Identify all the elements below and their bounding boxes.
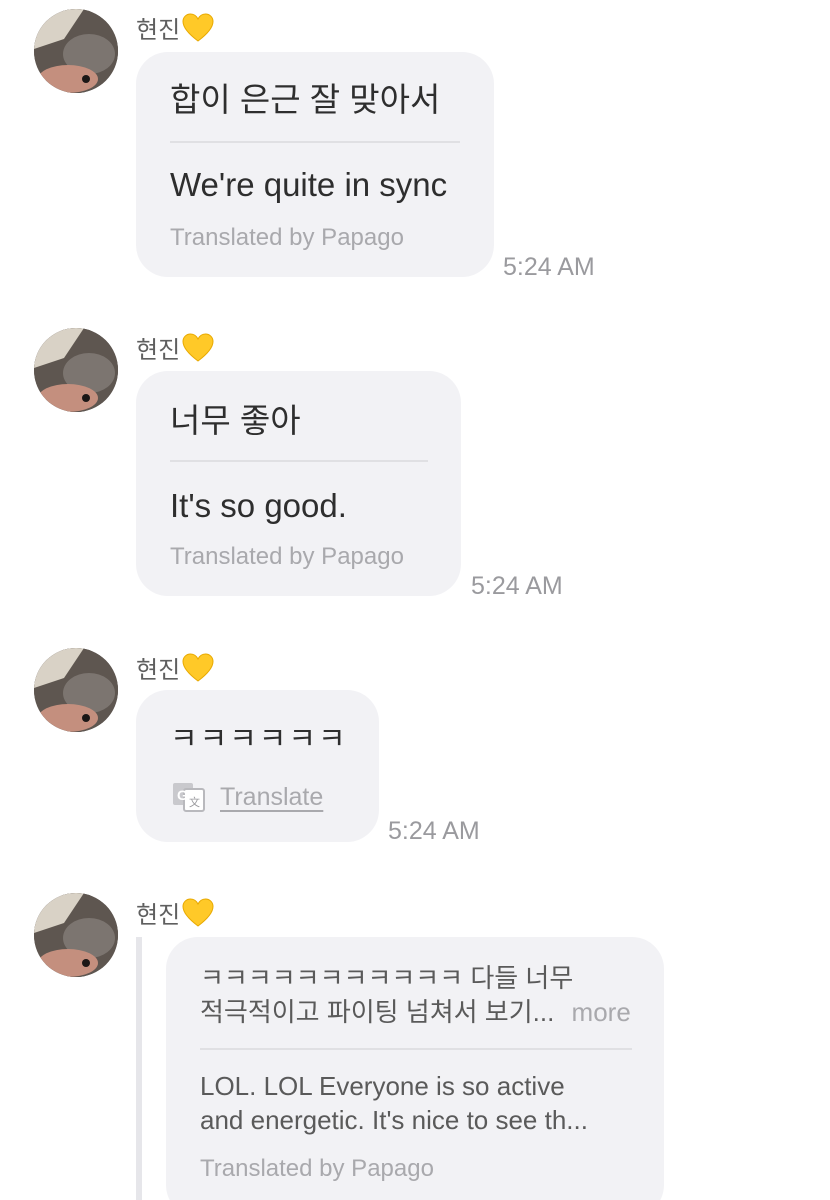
message-bubble[interactable]: ㅋㅋㅋㅋㅋㅋ G 文 Translate [136, 690, 379, 842]
translate-row[interactable]: G 文 Translate [172, 782, 323, 812]
divider [170, 460, 428, 462]
message-bubble[interactable]: 너무 좋아 It's so good. Translated by Papago [136, 371, 461, 596]
original-text-line: 적극적이고 파이팅 넘쳐서 보기... more [200, 995, 631, 1029]
message-bubble[interactable]: ㅋㅋㅋㅋㅋㅋㅋㅋㅋㅋㅋ 다들 너무 적극적이고 파이팅 넘쳐서 보기... mo… [166, 937, 664, 1200]
chat-thread: 현진 합이 은근 잘 맞아서 We're quite in sync Trans… [0, 0, 830, 1200]
translated-by-label: Translated by Papago [170, 224, 404, 251]
more-link[interactable]: more [572, 997, 631, 1027]
message-group: 현진 ㅋㅋㅋㅋㅋㅋㅋㅋㅋㅋㅋ 다들 너무 적극적이고 파이팅 넘쳐서 보기...… [0, 885, 830, 1200]
svg-text:G: G [177, 787, 188, 803]
avatar[interactable] [34, 893, 118, 977]
timestamp: 5:24 AM [471, 572, 563, 600]
translated-text: It's so good. [170, 487, 347, 524]
translated-by-label: Translated by Papago [200, 1155, 434, 1182]
sender-name: 현진 [136, 330, 214, 365]
message-group: 현진 너무 좋아 It's so good. Translated by Pap… [0, 320, 830, 620]
translated-text: We're quite in sync [170, 166, 448, 203]
original-text: ㅋㅋㅋㅋㅋㅋ [170, 723, 348, 756]
timestamp: 5:24 AM [503, 253, 595, 281]
original-text: 합이 은근 잘 맞아서 [170, 81, 441, 118]
yellow-heart-icon [182, 652, 214, 682]
translated-text-line: and energetic. It's nice to see th... [200, 1105, 588, 1135]
sender-label: 현진 [136, 657, 181, 684]
translate-link[interactable]: Translate [220, 783, 323, 812]
message-group: 현진 합이 은근 잘 맞아서 We're quite in sync Trans… [0, 0, 830, 300]
yellow-heart-icon [182, 12, 214, 42]
translated-text-line: LOL. LOL Everyone is so active [200, 1071, 565, 1101]
divider [200, 1048, 632, 1050]
avatar[interactable] [34, 9, 118, 93]
original-text-truncated: 적극적이고 파이팅 넘쳐서 보기... [200, 997, 555, 1027]
sender-name: 현진 [136, 10, 214, 45]
sender-label: 현진 [136, 902, 181, 929]
original-text-line: ㅋㅋㅋㅋㅋㅋㅋㅋㅋㅋㅋ 다들 너무 [200, 963, 574, 993]
sender-name: 현진 [136, 650, 214, 685]
sender-label: 현진 [136, 17, 181, 44]
avatar[interactable] [34, 328, 118, 412]
timestamp: 5:24 AM [388, 817, 480, 845]
sender-name: 현진 [136, 895, 214, 930]
reply-quote-bar [136, 937, 142, 1200]
yellow-heart-icon [182, 332, 214, 362]
divider [170, 141, 460, 143]
yellow-heart-icon [182, 897, 214, 927]
original-text: 너무 좋아 [170, 402, 301, 439]
message-bubble[interactable]: 합이 은근 잘 맞아서 We're quite in sync Translat… [136, 52, 494, 277]
sender-label: 현진 [136, 337, 181, 364]
avatar[interactable] [34, 648, 118, 732]
message-group: 현진 ㅋㅋㅋㅋㅋㅋ G 文 Translate 5:24 AM [0, 640, 830, 860]
google-translate-icon: G 文 [173, 783, 205, 812]
translated-by-label: Translated by Papago [170, 543, 404, 570]
svg-text:文: 文 [189, 795, 200, 809]
